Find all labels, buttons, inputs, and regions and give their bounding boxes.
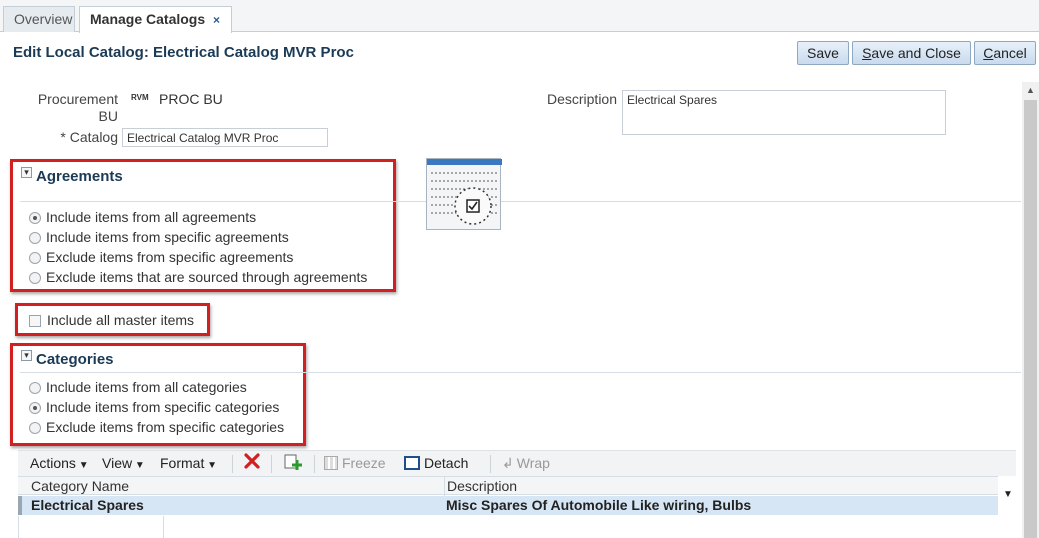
categories-title: Categories bbox=[36, 351, 114, 368]
column-header-description[interactable]: Description bbox=[447, 478, 517, 494]
cell-description: Misc Spares Of Automobile Like wiring, B… bbox=[446, 497, 752, 513]
scrollbar-thumb[interactable] bbox=[1024, 100, 1037, 538]
description-textarea[interactable]: Electrical Spares bbox=[622, 90, 946, 135]
categories-option-include-specific-label: Include items from specific categories bbox=[46, 399, 280, 415]
categories-divider bbox=[20, 372, 1021, 373]
categories-option-all-label: Include items from all categories bbox=[46, 379, 247, 395]
delete-icon[interactable] bbox=[243, 452, 261, 473]
agreements-option-exclude-specific[interactable]: Exclude items from specific agreements bbox=[29, 249, 293, 265]
checkbox-icon[interactable] bbox=[29, 315, 41, 327]
tab-bar: Overview Manage Catalogs × bbox=[0, 0, 1039, 33]
cancel-button[interactable]: Cancel bbox=[974, 41, 1036, 65]
agreements-option-exclude-sourced-label: Exclude items that are sourced through a… bbox=[46, 269, 368, 285]
tab-overview-label: Overview bbox=[14, 11, 73, 27]
agreements-option-include-specific-label: Include items from specific agreements bbox=[46, 229, 289, 245]
column-header-category-name[interactable]: Category Name bbox=[31, 478, 129, 494]
freeze-button[interactable]: Freeze bbox=[324, 455, 386, 471]
save-and-close-button[interactable]: Save and Close bbox=[852, 41, 971, 65]
wrap-icon: ↲ bbox=[502, 455, 514, 471]
table-header: Category Name Description bbox=[18, 476, 998, 496]
freeze-icon bbox=[324, 456, 338, 470]
save-button[interactable]: Save bbox=[797, 41, 849, 65]
radio-icon[interactable] bbox=[29, 232, 41, 244]
agreements-collapse-icon[interactable]: ▾ bbox=[21, 167, 32, 178]
cell-category-name: Electrical Spares bbox=[31, 497, 144, 513]
agreements-option-all[interactable]: Include items from all agreements bbox=[29, 209, 256, 225]
detach-button[interactable]: Detach bbox=[404, 455, 468, 471]
procurement-bu-badge: RVM bbox=[131, 93, 149, 102]
radio-selected-icon[interactable] bbox=[29, 402, 41, 414]
format-menu-label: Format bbox=[160, 455, 205, 471]
radio-icon[interactable] bbox=[29, 382, 41, 394]
chevron-down-icon: ▼ bbox=[75, 460, 89, 471]
add-row-icon[interactable] bbox=[283, 452, 303, 475]
scroll-up-icon[interactable]: ▲ bbox=[1026, 85, 1035, 95]
include-master-items-label: Include all master items bbox=[47, 312, 195, 328]
procurement-bu-value: PROC BU bbox=[159, 91, 223, 107]
toolbar-separator bbox=[490, 455, 491, 473]
tab-manage-catalogs[interactable]: Manage Catalogs × bbox=[79, 6, 232, 33]
chevron-down-icon: ▼ bbox=[204, 460, 218, 471]
agreements-option-include-specific[interactable]: Include items from specific agreements bbox=[29, 229, 289, 245]
format-menu[interactable]: Format ▼ bbox=[160, 455, 217, 471]
radio-icon[interactable] bbox=[29, 422, 41, 434]
toolbar-separator bbox=[232, 455, 233, 473]
categories-option-exclude-specific[interactable]: Exclude items from specific categories bbox=[29, 419, 284, 435]
agreements-divider bbox=[20, 201, 1021, 202]
actions-menu[interactable]: Actions ▼ bbox=[30, 455, 89, 471]
close-icon[interactable]: × bbox=[213, 13, 220, 27]
table-toolbar: Actions ▼ View ▼ Format ▼ Freeze Detach … bbox=[18, 450, 1016, 476]
tab-overview[interactable]: Overview bbox=[3, 6, 75, 32]
toolbar-separator bbox=[314, 455, 315, 473]
page-title: Edit Local Catalog: Electrical Catalog M… bbox=[13, 44, 354, 61]
agreements-title: Agreements bbox=[36, 168, 123, 185]
view-menu-label: View bbox=[102, 455, 133, 471]
agreements-option-all-label: Include items from all agreements bbox=[46, 209, 257, 225]
radio-icon[interactable] bbox=[29, 252, 41, 264]
include-master-items-checkbox[interactable]: Include all master items bbox=[29, 312, 194, 328]
wrap-button[interactable]: ↲ Wrap bbox=[502, 455, 550, 472]
radio-icon[interactable] bbox=[29, 272, 41, 284]
tab-manage-catalogs-label: Manage Catalogs bbox=[90, 11, 206, 27]
wrap-label: Wrap bbox=[516, 455, 550, 471]
chevron-down-icon: ▼ bbox=[132, 460, 145, 471]
catalog-image-icon bbox=[426, 158, 502, 230]
freeze-label: Freeze bbox=[342, 455, 386, 471]
categories-collapse-icon[interactable]: ▾ bbox=[21, 350, 32, 361]
radio-selected-icon[interactable] bbox=[29, 212, 41, 224]
view-menu[interactable]: View ▼ bbox=[102, 455, 145, 471]
description-label: Description bbox=[546, 91, 617, 107]
table-empty-divider bbox=[163, 516, 164, 538]
table-left-border bbox=[18, 516, 19, 538]
categories-option-all[interactable]: Include items from all categories bbox=[29, 379, 247, 395]
detach-icon bbox=[404, 456, 420, 470]
column-divider bbox=[444, 477, 445, 496]
catalog-input[interactable]: Electrical Catalog MVR Proc bbox=[122, 128, 328, 147]
catalog-label: * Catalog bbox=[60, 129, 118, 145]
categories-option-exclude-specific-label: Exclude items from specific categories bbox=[46, 419, 285, 435]
table-scroll-down-icon[interactable]: ▼ bbox=[1003, 489, 1013, 500]
page-scrollbar[interactable]: ▲ bbox=[1022, 82, 1039, 538]
toolbar-separator bbox=[271, 455, 272, 473]
table-row[interactable]: Electrical Spares Misc Spares Of Automob… bbox=[18, 496, 998, 515]
actions-menu-label: Actions bbox=[30, 455, 76, 471]
agreements-option-exclude-sourced[interactable]: Exclude items that are sourced through a… bbox=[29, 269, 367, 285]
categories-option-include-specific[interactable]: Include items from specific categories bbox=[29, 399, 279, 415]
detach-label: Detach bbox=[424, 455, 469, 471]
procurement-bu-label: Procurement BU bbox=[37, 91, 118, 124]
agreements-option-exclude-specific-label: Exclude items from specific agreements bbox=[46, 249, 294, 265]
